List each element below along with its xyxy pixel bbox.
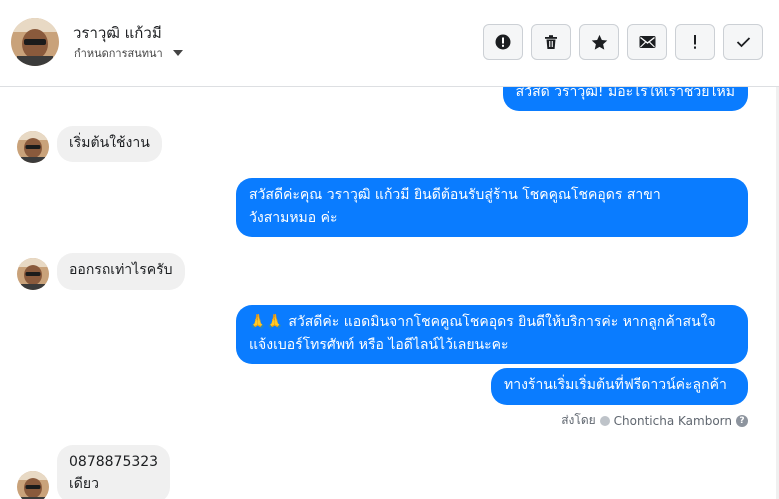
delete-button[interactable] [531,24,571,60]
message-text: ทางร้านเริ่มเริ่มต้นที่ฟรีดาวน์ค่ะลูกค้า [504,377,727,393]
envelope-icon [639,36,655,48]
alert-circle-icon [495,34,511,50]
assign-label: กำหนดการสนทนา [74,47,163,60]
message-text-line: วังสามหมอ ค่ะ [249,210,338,226]
conversation-header: วราวุฒิ แก้วมี กำหนดการสนทนา [0,0,779,87]
message-text-line: เดียว [69,476,99,492]
star-button[interactable] [579,24,619,60]
message-bubble-incoming[interactable]: เริ่มต้นใช้งาน [57,126,162,162]
mark-spam-button[interactable] [483,24,523,60]
checkmark-icon [736,37,750,48]
assign-conversation-dropdown[interactable]: กำหนดการสนทนา [74,44,183,62]
message-bubble-outgoing[interactable]: 🙏🙏 สวัสดีค่ะ แอดมินจากโชคคูณโชคอุดร ยินด… [236,305,748,364]
message-text: เริ่มต้นใช้งาน [69,135,150,151]
contact-avatar-small [17,258,49,290]
message-bubble-incoming[interactable]: 0878875323 เดียว [57,445,171,499]
message-text: สวัสดีค่ะ แอดมินจากโชคคูณโชคอุดร ยินดีให… [288,314,716,330]
message-bubble-outgoing[interactable]: สวัสดี วราวุฒิ! มีอะไรให้เราช่วยไหม [502,87,748,111]
caret-down-icon [172,50,183,56]
exclamation-icon [694,35,696,49]
sent-by-prefix: ส่งโดย [561,413,596,427]
message-bubble-incoming[interactable]: ออกรถเท่าไรครับ [57,253,185,290]
message-text: สวัสดี วราวุฒิ! มีอะไรให้เราช่วยไหม [515,87,735,100]
message-text: ออกรถเท่าไรครับ [69,262,173,278]
contact-avatar-small [17,471,49,499]
mark-done-button[interactable] [723,24,763,60]
contact-avatar[interactable] [11,18,59,66]
message-bubble-outgoing[interactable]: ทางร้านเริ่มเริ่มต้นที่ฟรีดาวน์ค่ะลูกค้า [491,368,748,405]
message-text-line: สวัสดีค่ะคุณ วราวุฒิ แก้วมี ยินดีต้อนรับ… [249,187,661,203]
verified-check-icon [599,415,610,426]
folded-hands-emoji: 🙏🙏 [249,314,284,330]
message-text-line: 🙏🙏 สวัสดีค่ะ แอดมินจากโชคคูณโชคอุดร ยินด… [249,311,735,334]
mark-unread-button[interactable] [627,24,667,60]
contact-name[interactable]: วราวุฒิ แก้วมี [73,21,162,45]
contact-avatar-small [17,131,49,163]
message-text-line: แจ้งเบอร์โทรศัพท์ หรือ ไอดีไลน์ไว้เลยนะค… [249,337,509,353]
message-bubble-outgoing[interactable]: สวัสดีค่ะคุณ วราวุฒิ แก้วมี ยินดีต้อนรับ… [236,178,748,237]
follow-up-button[interactable] [675,24,715,60]
message-text-line: 0878875323 [69,454,159,470]
sent-by-agent: Chonticha Kamborn [613,413,732,428]
trash-icon [545,35,557,49]
sent-by-label: ส่งโดย Chonticha Kamborn ? [561,411,748,430]
star-icon [591,34,607,50]
help-icon[interactable]: ? [736,414,748,427]
message-thread[interactable]: สวัสดี วราวุฒิ! มีอะไรให้เราช่วยไหม เริ่… [0,87,779,499]
